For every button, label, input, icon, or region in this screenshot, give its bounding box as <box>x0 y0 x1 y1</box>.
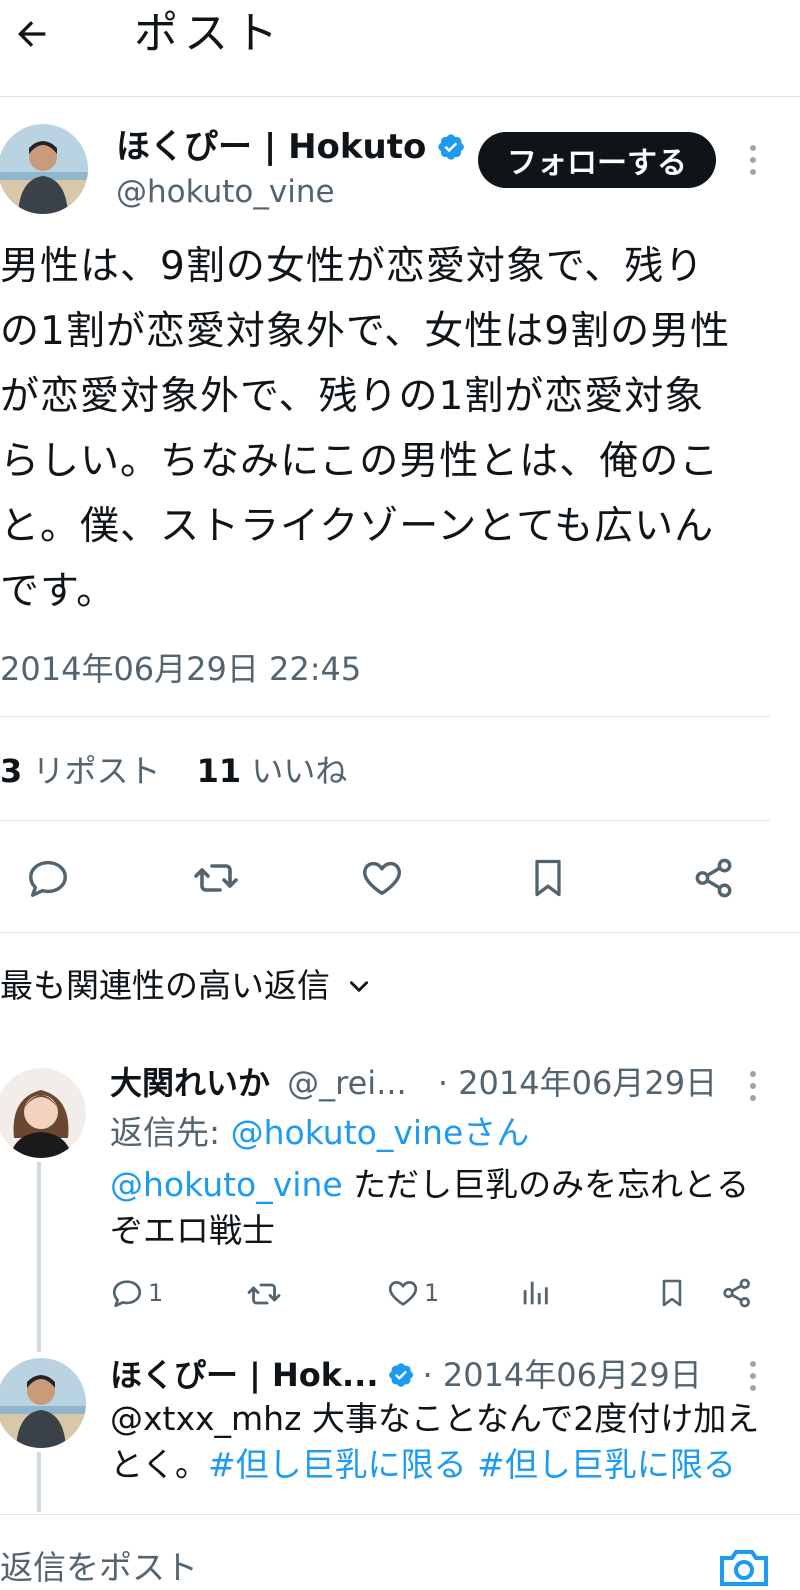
bookmark-icon[interactable] <box>656 1276 688 1310</box>
divider <box>0 820 770 821</box>
author-handle[interactable]: @hokuto_vine <box>116 172 335 212</box>
post-stats: 3 リポスト 11 いいね <box>0 750 347 792</box>
like-icon[interactable] <box>352 848 412 908</box>
reply-text: @hokuto_vine ただし巨乳のみを忘れとる ぞエロ戦士 <box>110 1165 750 1250</box>
divider <box>0 716 770 717</box>
thread-line <box>37 1452 41 1512</box>
reply-date: · 2014年06月29日 <box>437 1064 718 1102</box>
camera-icon[interactable] <box>716 1544 772 1588</box>
reply-author-row[interactable]: ほくぴー | Hok... · 2014年06月29日 <box>110 1354 702 1396</box>
author-name[interactable]: ほくぴー | Hokuto <box>116 124 466 170</box>
page-title: ポスト <box>134 8 284 59</box>
repost-icon[interactable] <box>186 848 246 908</box>
reply-like-button[interactable]: 1 <box>386 1276 439 1310</box>
reply-reply-button[interactable]: 1 <box>110 1276 163 1310</box>
bookmark-icon[interactable] <box>518 848 578 908</box>
reply-text: @xtxx_mhz 大事なことなんで2度付け加え とく。#但し巨乳に限る #但し… <box>110 1399 760 1484</box>
reply-avatar[interactable] <box>0 1358 86 1448</box>
mention-link[interactable]: @hokuto_vine <box>110 1165 343 1204</box>
reply-icon <box>112 1280 142 1308</box>
reply-date: · 2014年06月29日 <box>422 1356 702 1394</box>
post-body: 男性は、9割の女性が恋愛対象で、残り の1割が恋愛対象外で、女性は9割の男性 が… <box>0 244 731 614</box>
reply-avatar[interactable] <box>0 1068 86 1158</box>
post-timestamp[interactable]: 2014年06月29日 22:45 <box>0 648 361 690</box>
replies-sort-label: 最も関連性の高い返信 <box>0 966 330 1005</box>
reply-to-link[interactable]: @hokuto_vineさん <box>231 1113 530 1152</box>
hashtag-link[interactable]: #但し巨乳に限る <box>208 1445 467 1484</box>
hashtag-link[interactable]: #但し巨乳に限る <box>477 1445 736 1484</box>
share-icon[interactable] <box>720 1276 754 1310</box>
reply-author-handle: @_rei... <box>287 1064 407 1102</box>
reply-composer-input[interactable]: 返信をポスト <box>0 1546 198 1590</box>
author-name-text: ほくぴー | Hokuto <box>116 127 427 167</box>
thread-line <box>37 1162 41 1352</box>
like-icon <box>388 1281 418 1306</box>
repost-icon[interactable] <box>246 1276 282 1312</box>
top-bar: ポスト <box>0 0 800 97</box>
back-arrow-icon[interactable] <box>4 10 60 58</box>
likes-stat[interactable]: 11 いいね <box>197 752 348 790</box>
chevron-down-icon <box>346 973 372 999</box>
views-icon[interactable] <box>518 1276 552 1310</box>
more-options-icon[interactable] <box>738 130 768 190</box>
author-avatar[interactable] <box>0 124 88 214</box>
divider <box>0 1514 800 1515</box>
follow-button[interactable]: フォローする <box>478 132 716 188</box>
reposts-stat[interactable]: 3 リポスト <box>0 752 160 790</box>
reply-author-row[interactable]: 大関れいか @_rei... · 2014年06月29日 <box>110 1062 717 1104</box>
reply-to-line: 返信先: @hokuto_vineさん <box>110 1113 530 1152</box>
divider <box>0 932 800 933</box>
verified-badge-icon <box>387 1361 415 1389</box>
reply-author-name: ほくぴー | Hok... <box>110 1356 379 1394</box>
reply-author-name: 大関れいか <box>110 1064 271 1102</box>
reply-icon[interactable] <box>18 848 78 908</box>
verified-badge-icon <box>436 132 466 162</box>
replies-sort-dropdown[interactable]: 最も関連性の高い返信 <box>0 964 372 1008</box>
share-icon[interactable] <box>684 848 744 908</box>
reply-more-options-icon[interactable] <box>738 1056 768 1116</box>
